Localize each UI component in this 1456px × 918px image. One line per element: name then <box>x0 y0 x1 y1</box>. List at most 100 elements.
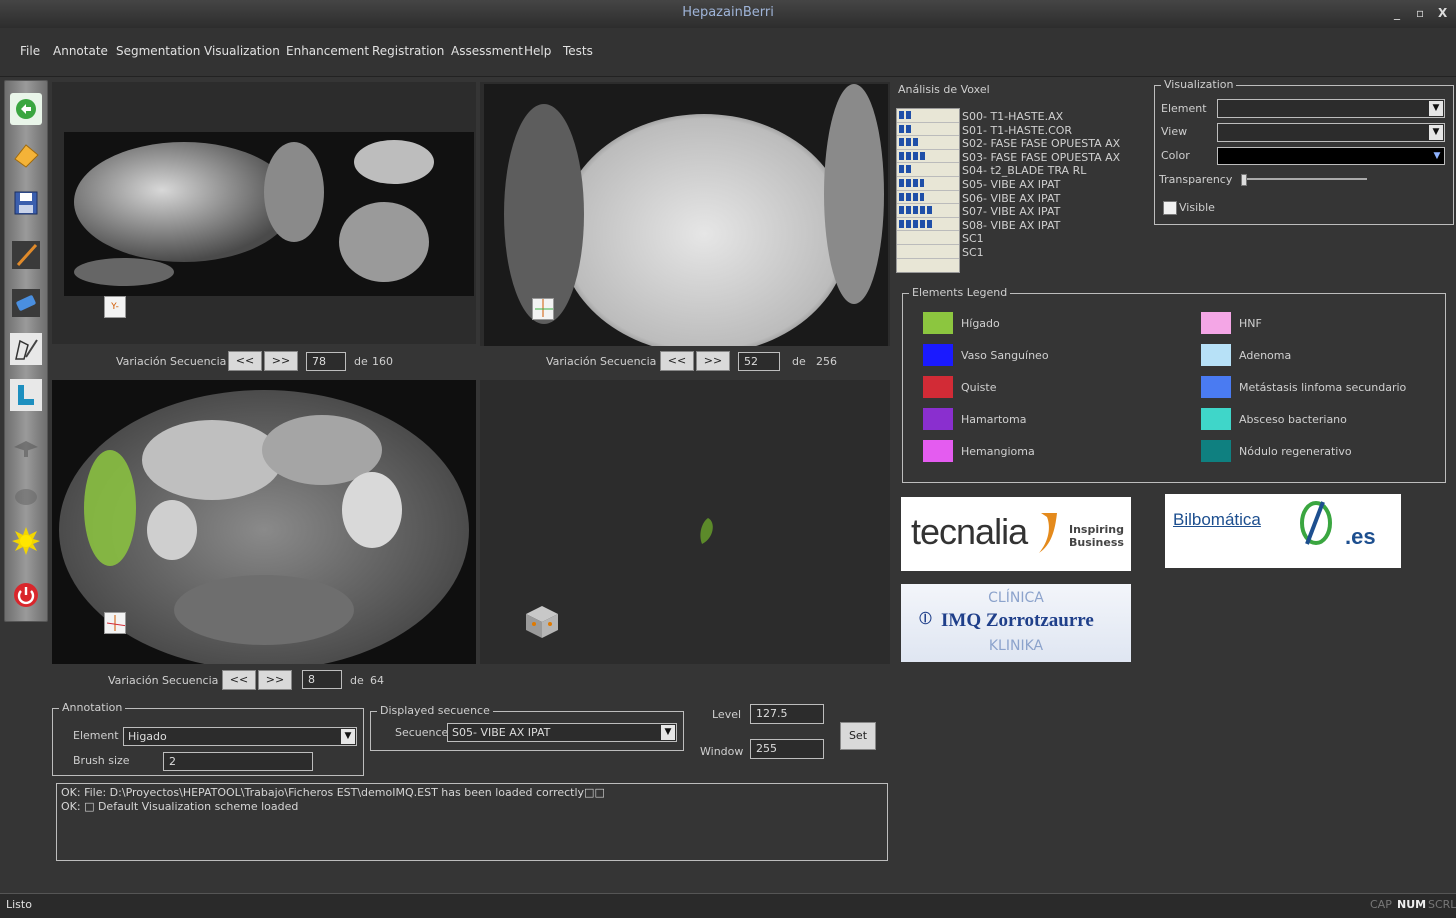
seq-x-next-button[interactable]: >> <box>696 351 730 371</box>
legend-label: Hamartoma <box>961 412 1027 426</box>
voxel-bar-row <box>897 177 959 191</box>
tecnalia-tagline-1: Inspiring <box>1069 523 1125 536</box>
seq-x-prev-button[interactable]: << <box>660 351 694 371</box>
seq-y-next-button[interactable]: >> <box>264 351 298 371</box>
voxel-bar-row <box>897 136 959 150</box>
menu-enhancement[interactable]: Enhancement <box>286 44 369 58</box>
mri-slice-coronal <box>64 132 474 296</box>
annotation-title: Annotation <box>59 701 126 714</box>
legend-label: Hemangioma <box>961 444 1035 458</box>
menu-registration[interactable]: Registration <box>372 44 444 58</box>
vis-view-select[interactable]: ▼ <box>1217 123 1445 142</box>
sun-icon <box>12 527 40 555</box>
seq-x-value-input[interactable]: 52 <box>738 352 780 371</box>
view-x[interactable] <box>480 82 890 346</box>
set-button[interactable]: Set <box>840 722 876 750</box>
voxel-intensity-bar <box>899 178 924 187</box>
log-line: OK: File: D:\Proyectos\HEPATOOL\Trabajo\… <box>61 786 605 799</box>
legend-label: HNF <box>1239 316 1262 330</box>
menu-visualization[interactable]: Visualization <box>204 44 280 58</box>
vis-color-picker[interactable]: ▼ <box>1217 147 1445 165</box>
legend-label: Hígado <box>961 316 1000 330</box>
mri-coronal-image <box>64 132 474 296</box>
view-z[interactable] <box>52 380 476 664</box>
voxel-intensity-bar <box>899 111 912 119</box>
voxel-sequence-item: S04- t2_BLADE TRA RL <box>962 164 1087 178</box>
legend-title: Elements Legend <box>909 286 1011 299</box>
menu-tests[interactable]: Tests <box>563 44 593 58</box>
legend-item: Hemangioma <box>923 440 1035 462</box>
brush-icon <box>12 241 40 269</box>
vis-element-label: Element <box>1161 102 1207 115</box>
voxel-sequence-item: S00- T1-HASTE.AX <box>962 110 1064 123</box>
voxel-sequence-item: S03- FASE FASE OPUESTA AX <box>962 150 1121 164</box>
menu-segmentation[interactable]: Segmentation <box>116 44 200 58</box>
tecnalia-logo-text: tecnalia <box>911 511 1028 552</box>
vis-view-label: View <box>1161 125 1188 138</box>
cloud-icon[interactable] <box>10 479 42 511</box>
title-bar: HepazainBerri _ ▫ X <box>0 0 1456 29</box>
legend-swatch <box>1201 312 1231 334</box>
legend-item: Nódulo regenerativo <box>1201 440 1352 462</box>
annotation-group: Annotation Element Higado ▼ Brush size 2 <box>52 701 364 776</box>
minimize-button[interactable]: _ <box>1394 6 1400 20</box>
level-input[interactable]: 127.5 <box>750 704 824 724</box>
power-icon[interactable] <box>10 579 42 611</box>
seq-y-prev-button[interactable]: << <box>228 351 262 371</box>
vis-element-select[interactable]: ▼ <box>1217 99 1445 118</box>
annotation-element-label: Element <box>73 729 119 742</box>
restore-button[interactable]: ▫ <box>1416 6 1424 20</box>
voxel-sequence-item: SC1 <box>962 245 984 259</box>
secuence-select[interactable]: S05- VIBE AX IPAT ▼ <box>447 723 677 742</box>
hat-icon[interactable] <box>10 431 42 463</box>
legend-label: Metástasis linfoma secundario <box>1239 380 1407 394</box>
segment-icon[interactable] <box>10 379 42 411</box>
log-line: OK: □ Default Visualization scheme loade… <box>61 800 299 813</box>
voxel-bar-row <box>897 109 959 123</box>
menu-assessment[interactable]: Assessment <box>451 44 523 58</box>
imq-logo-top: CLÍNICA <box>988 590 1044 606</box>
voxel-sequence-item: S06- VIBE AX IPAT <box>962 191 1061 205</box>
voxel-intensity-bar <box>899 138 918 147</box>
window-input[interactable]: 255 <box>750 739 824 759</box>
orientation-cube-icon[interactable] <box>522 602 562 642</box>
imq-emblem-icon: ⦶ <box>919 608 933 629</box>
seq-z-next-button[interactable]: >> <box>258 670 292 690</box>
menu-file[interactable]: File <box>20 44 40 58</box>
open-icon[interactable] <box>10 93 42 125</box>
close-button[interactable]: X <box>1438 6 1447 20</box>
seq-y-value-input[interactable]: 78 <box>306 352 346 371</box>
voxel-sequence-item: SC1 <box>962 232 984 246</box>
vis-visible-checkbox[interactable] <box>1163 201 1177 215</box>
eraser-icon[interactable] <box>10 287 42 319</box>
vis-transparency-track[interactable] <box>1241 174 1367 186</box>
seq-z-prev-button[interactable]: << <box>222 670 256 690</box>
bilbomatica-tld: .es <box>1345 524 1376 549</box>
view-y[interactable]: Y- <box>52 82 476 344</box>
edit-icon[interactable] <box>10 333 42 365</box>
elements-legend-group: Elements Legend Hígado HNF Vaso Sanguíneo A… <box>902 286 1446 483</box>
seq-z-value-input[interactable]: 8 <box>302 670 342 689</box>
imq-logo-bottom: KLINIKA <box>988 638 1044 654</box>
voxel-sequence-list: S00- T1-HASTE.AX S01- T1-HASTE.COR S02- FA… <box>962 110 1142 260</box>
seq-z-max: 64 <box>370 674 384 687</box>
menu-annotate[interactable]: Annotate <box>53 44 108 58</box>
status-text: Listo <box>6 898 32 911</box>
status-scrl: SCRL <box>1428 898 1456 911</box>
menu-help[interactable]: Help <box>524 44 551 58</box>
chevron-down-icon: ▼ <box>341 729 355 744</box>
bilbomatica-emblem-icon <box>1300 501 1332 545</box>
vis-transparency-thumb[interactable] <box>1241 174 1247 186</box>
sun-icon[interactable] <box>10 525 42 557</box>
voxel-bar-row <box>897 204 959 218</box>
annotation-element-select[interactable]: Higado ▼ <box>123 727 357 746</box>
segment-icon <box>18 385 34 405</box>
cloud-icon <box>15 489 37 505</box>
brush-icon[interactable] <box>10 239 42 271</box>
save-icon[interactable] <box>10 187 42 219</box>
brush-size-label: Brush size <box>73 754 130 767</box>
folder-icon[interactable] <box>10 139 42 171</box>
brush-size-input[interactable]: 2 <box>163 752 313 771</box>
legend-swatch <box>923 376 953 398</box>
view-3d[interactable] <box>480 380 890 664</box>
